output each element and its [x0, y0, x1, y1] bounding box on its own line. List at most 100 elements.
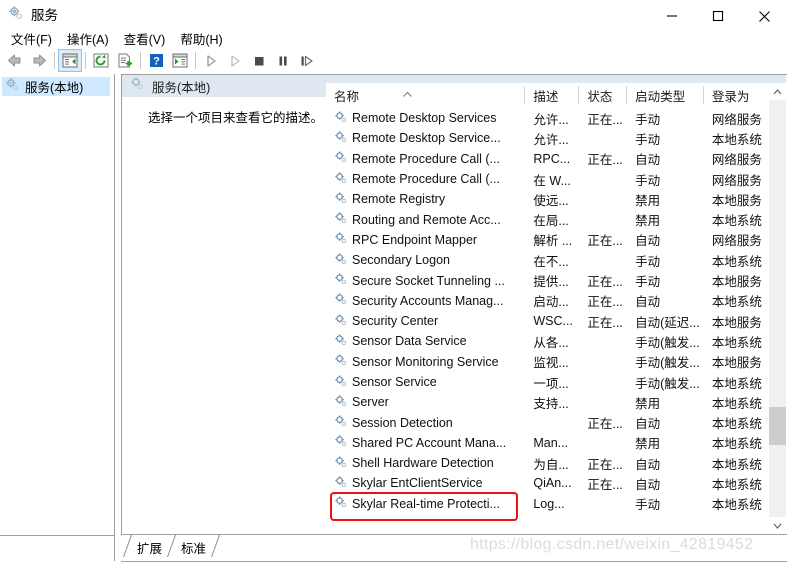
help-button[interactable]: ?	[144, 49, 168, 72]
cell-service-name: Secure Socket Tunneling ...	[326, 270, 525, 290]
services-table-body: Remote Desktop Services 允许... 正在... 手动 网络服务 R…	[326, 108, 786, 514]
service-name-label: Sensor Service	[352, 375, 437, 389]
service-name-label: Session Detection	[352, 415, 453, 430]
table-row[interactable]: Remote Procedure Call (... 在 W... 手动 网络服务	[326, 169, 786, 189]
cell-description: 在不...	[533, 254, 569, 269]
table-row[interactable]: Remote Procedure Call (... RPC... 正在... 自动网…	[326, 149, 786, 169]
table-row[interactable]: Remote Registry 使远... 禁用 本地服务	[326, 189, 786, 209]
scrollbar-track[interactable]	[769, 100, 786, 517]
cell-status: 正在...	[587, 315, 623, 330]
service-name-label: Remote Desktop Services	[352, 111, 497, 126]
show-hide-console-tree-button[interactable]	[58, 49, 82, 72]
table-row[interactable]: Sensor Data Service 从各... 手动(触发... 本地系统	[326, 331, 786, 351]
column-header-name[interactable]: 名称	[326, 83, 526, 108]
title-bar: 服务	[0, 0, 787, 32]
table-row[interactable]: Remote Desktop Service... 允许... 手动 本地系统	[326, 128, 786, 148]
table-row[interactable]: Remote Desktop Services 允许... 正在... 手动 网络服务	[326, 108, 786, 128]
export-list-button[interactable]	[113, 49, 137, 72]
table-row[interactable]: Shell Hardware Detection 为自... 正在... 自动 本地系统	[326, 453, 786, 473]
services-gear-icon	[5, 77, 20, 97]
toolbar-separator	[195, 52, 196, 69]
cell-startup-type: 手动(触发...	[635, 356, 700, 371]
table-row[interactable]: Secondary Logon 在不... 手动 本地系统	[326, 250, 786, 270]
scroll-down-arrow-icon[interactable]	[769, 517, 786, 534]
restart-service-button[interactable]	[295, 49, 319, 72]
refresh-button[interactable]	[89, 49, 113, 72]
cell-service-name: Secondary Logon	[326, 250, 525, 270]
table-row[interactable]: Session Detection 正在... 自动 本地系统	[326, 412, 786, 432]
menu-help[interactable]: 帮助(H)	[173, 31, 230, 49]
service-name-label: Security Center	[352, 314, 439, 329]
service-gear-icon	[334, 252, 348, 269]
table-row[interactable]: Sensor Service 一项... 手动(触发... 本地系统	[326, 372, 786, 392]
watermark-text: https://blog.csdn.net/weixin_42819452	[470, 536, 754, 553]
cell-service-name: Sensor Data Service	[326, 331, 525, 351]
table-row[interactable]: Secure Socket Tunneling ... 提供... 正在... 手动本…	[326, 270, 786, 290]
cell-status: 正在...	[587, 275, 623, 290]
table-row[interactable]: Security Center WSC... 正在... 自动(延迟... 本地服务	[326, 311, 786, 331]
column-header-name-label: 名称	[334, 90, 360, 104]
close-button[interactable]	[741, 0, 787, 32]
cell-description: QiAn...	[533, 476, 572, 491]
service-gear-icon	[334, 313, 348, 330]
window-controls	[649, 0, 787, 32]
tab-standard[interactable]: 标准	[177, 538, 210, 557]
resume-service-button[interactable]	[223, 49, 247, 72]
tree-pane-footer	[0, 535, 115, 561]
cell-description: 监视...	[533, 356, 569, 371]
start-service-button[interactable]	[199, 49, 223, 72]
service-gear-icon	[334, 394, 348, 411]
table-row[interactable]: Routing and Remote Acc... 在局... 禁用 本地系统	[326, 209, 786, 229]
cell-status	[579, 352, 627, 372]
service-gear-icon	[334, 150, 348, 167]
cell-startup-type: 自动	[635, 295, 661, 310]
main-content: 服务(本地) 服务(本地) 选择一个项目来查看它的描述。 名称 描述 状态 启动…	[0, 74, 787, 535]
cell-startup-type: 禁用	[635, 437, 661, 452]
service-gear-icon	[334, 455, 348, 472]
stop-service-button[interactable]	[247, 49, 271, 72]
service-name-label: Routing and Remote Acc...	[352, 212, 501, 227]
service-name-label: Sensor Data Service	[352, 334, 467, 349]
tab-standard-label: 标准	[181, 542, 207, 556]
maximize-button[interactable]	[695, 0, 741, 32]
table-row[interactable]: Shared PC Account Mana... Man... 禁用 本地系统	[326, 433, 786, 453]
column-header-startup-type[interactable]: 启动类型	[627, 83, 704, 108]
cell-service-name: Shell Hardware Detection	[326, 453, 525, 473]
scrollbar-thumb[interactable]	[769, 407, 786, 445]
title-bar-left: 服务	[8, 5, 58, 26]
show-action-pane-button[interactable]	[168, 49, 192, 72]
menu-action[interactable]: 操作(A)	[60, 31, 117, 49]
forward-button[interactable]	[27, 49, 51, 72]
table-row[interactable]: Server 支持... 禁用 本地系统	[326, 392, 786, 412]
cell-status	[579, 494, 627, 514]
tree-node-services-local[interactable]: 服务(本地)	[2, 77, 110, 96]
table-row[interactable]: Security Accounts Manag... 启动... 正在... 自动 本地…	[326, 291, 786, 311]
back-button[interactable]	[3, 49, 27, 72]
cell-status	[579, 250, 627, 270]
tab-extended[interactable]: 扩展	[133, 538, 166, 557]
table-row[interactable]: RPC Endpoint Mapper 解析 ... 正在... 自动 网络服务	[326, 230, 786, 250]
menu-file[interactable]: 文件(F)	[4, 31, 60, 49]
window-title: 服务	[31, 7, 58, 23]
column-header-startup-type-label: 启动类型	[635, 90, 686, 104]
service-gear-icon	[334, 495, 348, 512]
table-row[interactable]: Skylar Real-time Protecti... Log... 手动 本地系统	[326, 494, 786, 514]
tree-node-label: 服务(本地)	[25, 81, 84, 95]
table-row[interactable]: Skylar EntClientService QiAn... 正在... 自动 本地系…	[326, 473, 786, 493]
cell-startup-type: 禁用	[635, 193, 661, 208]
services-list[interactable]: 名称 描述 状态 启动类型 登录为 Remote Desktop Service…	[326, 83, 786, 534]
services-list-scrollbar[interactable]	[769, 83, 786, 534]
details-pane-title: 服务(本地)	[152, 80, 211, 95]
cell-service-name: Security Accounts Manag...	[326, 291, 525, 311]
menu-view[interactable]: 查看(V)	[117, 31, 174, 49]
table-row[interactable]: Sensor Monitoring Service 监视... 手动(触发... 本地…	[326, 352, 786, 372]
pause-service-button[interactable]	[271, 49, 295, 72]
minimize-button[interactable]	[649, 0, 695, 32]
scroll-up-arrow-icon[interactable]	[769, 83, 786, 100]
column-header-status[interactable]: 状态	[579, 83, 628, 108]
cell-description: 解析 ...	[533, 234, 573, 249]
column-header-description[interactable]: 描述	[525, 83, 580, 108]
cell-description: WSC...	[533, 314, 573, 329]
service-name-label: Remote Registry	[352, 192, 446, 207]
cell-service-name: Skylar EntClientService	[326, 473, 525, 493]
